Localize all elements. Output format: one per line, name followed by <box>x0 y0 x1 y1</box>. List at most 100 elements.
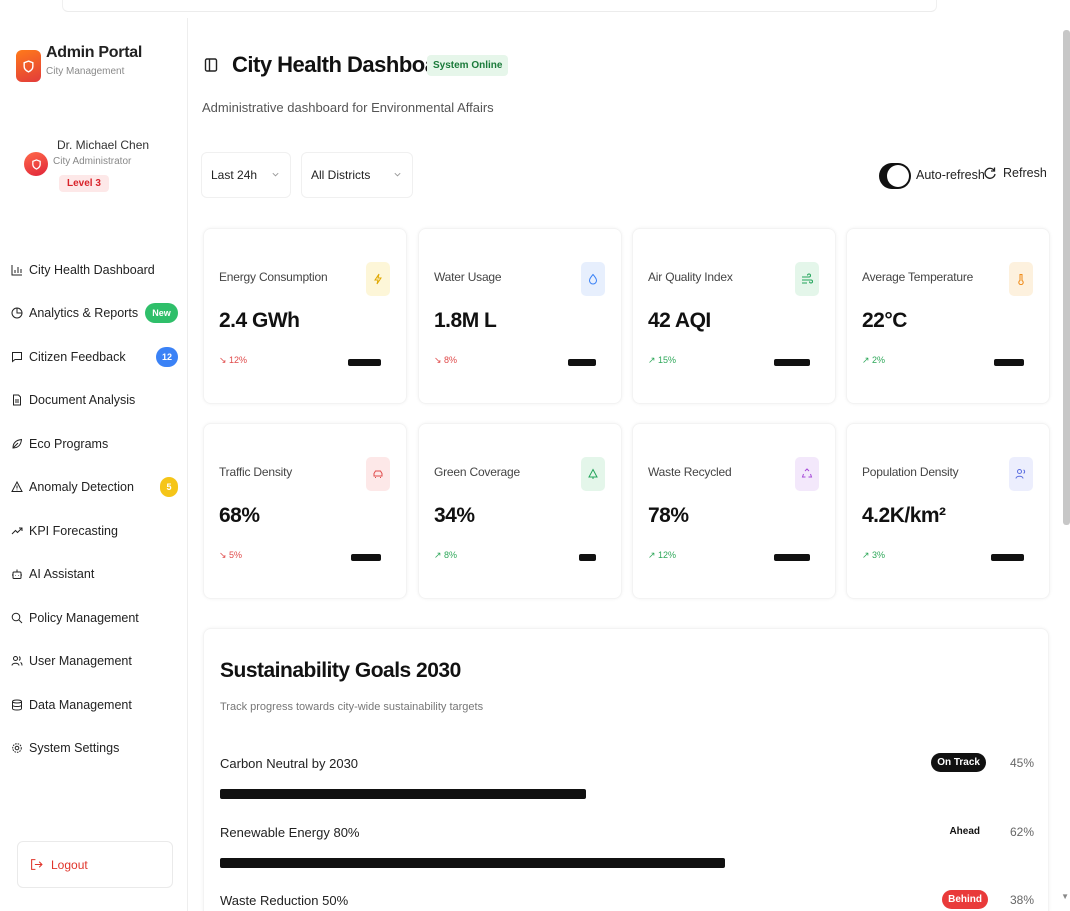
sidebar-toggle-icon[interactable] <box>204 57 218 73</box>
page-subtitle: Administrative dashboard for Environment… <box>202 100 494 115</box>
user-level-badge: Level 3 <box>59 175 109 192</box>
goal-label: Waste Reduction 50% <box>220 893 349 908</box>
droplet-icon <box>581 262 605 296</box>
sidebar-item-policy-management[interactable]: Policy Management <box>10 596 182 640</box>
logout-label: Logout <box>51 857 88 872</box>
brand[interactable]: Admin Portal City Management <box>16 44 142 82</box>
sidebar-item-analytics-reports[interactable]: Analytics & Reports New <box>10 292 182 336</box>
goal-percent: 45% <box>1009 756 1034 770</box>
goal-status-badge: Ahead <box>949 826 980 837</box>
kpi-card[interactable]: Energy Consumption 2.4 GWh ↘ 12% <box>203 228 407 404</box>
kpi-label: Green Coverage <box>434 465 520 479</box>
kpi-sparkline <box>579 554 596 561</box>
sidebar-item-eco-programs[interactable]: Eco Programs <box>10 422 182 466</box>
kpi-change: ↗ 8% <box>434 550 458 560</box>
time-range-value: Last 24h <box>211 168 258 182</box>
gear-icon <box>10 741 24 755</box>
sidebar-item-label: Anomaly Detection <box>29 480 134 495</box>
kpi-value: 78% <box>648 504 689 527</box>
refresh-label: Refresh <box>1003 166 1047 180</box>
user-profile[interactable]: Dr. Michael Chen City Administrator Leve… <box>24 138 149 192</box>
alert-badge: 5 <box>160 477 178 498</box>
sidebar-item-system-settings[interactable]: System Settings <box>10 727 182 771</box>
new-badge: New <box>145 303 178 324</box>
sidebar-item-ai-assistant[interactable]: AI Assistant <box>10 553 182 597</box>
sidebar-item-user-management[interactable]: User Management <box>10 640 182 684</box>
users-icon <box>10 654 24 668</box>
lightning-icon <box>366 262 390 296</box>
auto-refresh-toggle[interactable] <box>879 163 911 189</box>
kpi-sparkline <box>991 554 1024 561</box>
chevron-down-icon <box>272 172 279 177</box>
sidebar-item-kpi-forecasting[interactable]: KPI Forecasting <box>10 509 182 553</box>
sidebar-item-city-health-dashboard[interactable]: City Health Dashboard <box>10 248 182 292</box>
recycle-icon <box>795 457 819 491</box>
people-icon <box>1009 457 1033 491</box>
user-name: Dr. Michael Chen <box>57 138 150 152</box>
trend-up-icon <box>10 524 24 538</box>
warning-icon <box>10 480 24 494</box>
document-icon <box>10 393 24 407</box>
wind-icon <box>795 262 819 296</box>
goal-percent: 62% <box>1009 825 1034 839</box>
logout-icon <box>31 859 43 870</box>
sustainability-card: Sustainability Goals 2030 Track progress… <box>203 628 1049 911</box>
car-icon <box>366 457 390 491</box>
sidebar-item-anomaly-detection[interactable]: Anomaly Detection 5 <box>10 466 182 510</box>
chevron-down-icon <box>394 172 401 177</box>
kpi-label: Population Density <box>862 465 959 479</box>
kpi-sparkline <box>774 554 810 561</box>
kpi-value: 42 AQI <box>648 309 711 332</box>
sidebar-item-label: Analytics & Reports <box>29 306 139 321</box>
sidebar-item-data-management[interactable]: Data Management <box>10 683 182 727</box>
kpi-label: Energy Consumption <box>219 270 328 284</box>
count-badge: 12 <box>156 346 178 367</box>
sidebar-item-label: Data Management <box>29 697 132 712</box>
goal-label: Carbon Neutral by 2030 <box>220 756 359 771</box>
kpi-card[interactable]: Waste Recycled 78% ↗ 12% <box>632 423 836 599</box>
refresh-button[interactable]: Refresh <box>983 166 1047 180</box>
kpi-change: ↗ 12% <box>648 550 677 560</box>
scroll-down-icon[interactable]: ▼ <box>1061 892 1069 901</box>
search-icon <box>10 611 24 625</box>
scrollbar[interactable] <box>1063 30 1070 525</box>
sidebar-item-document-analysis[interactable]: Document Analysis <box>10 379 182 423</box>
logout-button[interactable]: Logout <box>17 841 173 888</box>
kpi-sparkline <box>568 359 596 366</box>
kpi-card[interactable]: Green Coverage 34% ↗ 8% <box>418 423 622 599</box>
kpi-label: Air Quality Index <box>648 270 733 284</box>
kpi-card[interactable]: Average Temperature 22°C ↗ 2% <box>846 228 1050 404</box>
kpi-sparkline <box>994 359 1024 366</box>
kpi-card[interactable]: Air Quality Index 42 AQI ↗ 15% <box>632 228 836 404</box>
goal-progress-bar <box>220 858 725 868</box>
auto-refresh-label: Auto-refresh <box>916 168 985 182</box>
goal-percent: 38% <box>1009 893 1034 907</box>
page-title: City Health Dashboard <box>232 52 458 77</box>
time-range-select[interactable]: Last 24h <box>201 152 291 198</box>
tree-icon <box>581 457 605 491</box>
section-title: Sustainability Goals 2030 <box>220 659 461 682</box>
bar-chart-icon <box>10 263 24 277</box>
brand-title: Admin Portal <box>46 44 142 61</box>
sidebar-item-label: AI Assistant <box>29 567 95 582</box>
goal-progress-bar <box>220 789 586 799</box>
district-value: All Districts <box>311 168 371 182</box>
database-icon <box>10 698 24 712</box>
avatar <box>24 152 48 176</box>
kpi-card[interactable]: Traffic Density 68% ↘ 5% <box>203 423 407 599</box>
sidebar-item-label: Eco Programs <box>29 436 109 451</box>
message-icon <box>10 350 24 364</box>
district-select[interactable]: All Districts <box>301 152 413 198</box>
kpi-label: Average Temperature <box>862 270 974 284</box>
sidebar-item-label: Document Analysis <box>29 393 136 408</box>
kpi-card[interactable]: Population Density 4.2K/km² ↗ 3% <box>846 423 1050 599</box>
shield-icon <box>16 50 41 82</box>
top-strip <box>62 0 937 12</box>
kpi-change: ↗ 15% <box>648 355 677 365</box>
sidebar-item-citizen-feedback[interactable]: Citizen Feedback 12 <box>10 335 182 379</box>
kpi-card[interactable]: Water Usage 1.8M L ↘ 8% <box>418 228 622 404</box>
kpi-label: Water Usage <box>434 270 502 284</box>
kpi-value: 1.8M L <box>434 309 497 332</box>
goal-status-badge: Behind <box>942 890 988 909</box>
kpi-value: 68% <box>219 504 260 527</box>
